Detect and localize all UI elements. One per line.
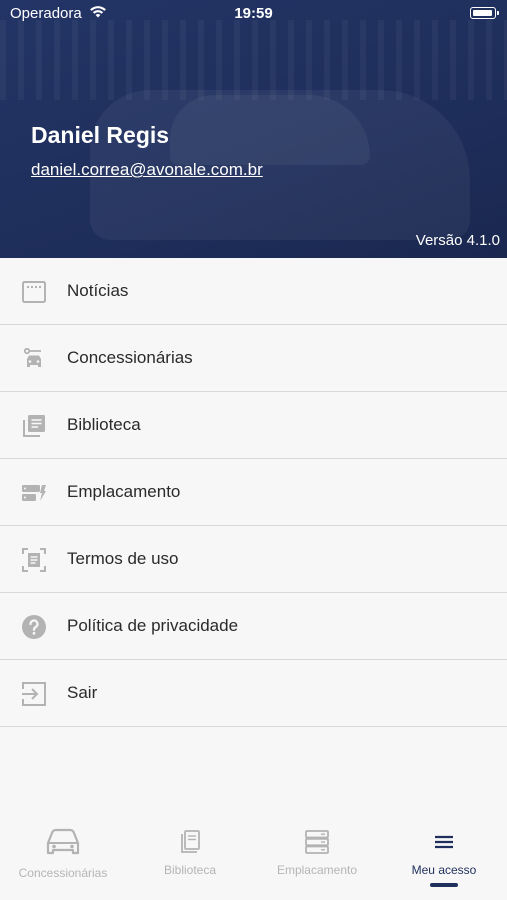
help-circle-icon [22,615,46,639]
hamburger-menu-icon [435,835,453,849]
side-menu: Notícias Concessionárias Biblioteca Empl… [0,258,507,727]
menu-item-politica-de-privacidade[interactable]: Política de privacidade [0,593,507,660]
tab-emplacamento[interactable]: Emplacamento [254,810,380,900]
header-car-window [170,95,370,165]
car-icon [46,828,80,855]
user-email-link[interactable]: daniel.correa@avonale.com.br [31,160,263,180]
active-tab-indicator [430,883,458,887]
tab-label: Meu acesso [411,863,477,877]
library-icon [23,415,45,437]
tab-biblioteca[interactable]: Biblioteca [127,810,253,900]
tab-meu-acesso[interactable]: Meu acesso [381,810,507,900]
license-plate-icon [22,485,46,501]
profile-header: Operadora 19:59 Daniel Regis daniel.corr… [0,0,507,258]
news-icon [22,281,46,303]
tab-label: Emplacamento [276,863,358,877]
book-icon [181,830,200,853]
menu-item-label: Concessionárias [67,348,193,367]
user-name: Daniel Regis [31,122,170,148]
menu-item-label: Sair [67,683,98,702]
app-version: Versão 4.1.0 [415,232,500,249]
bottom-tab-bar: Concessionárias Biblioteca Emplacamento … [0,810,507,900]
menu-item-label: Biblioteca [67,415,141,434]
menu-item-label: Notícias [67,281,129,300]
menu-item-biblioteca[interactable]: Biblioteca [0,392,507,459]
menu-item-label: Termos de uso [67,549,179,568]
menu-item-label: Emplacamento [67,482,181,501]
battery-icon [470,7,499,19]
menu-item-noticias[interactable]: Notícias [0,258,507,325]
menu-item-label: Política de privacidade [67,616,239,635]
tab-label: Concessionárias [18,866,108,880]
terms-icon [22,548,46,572]
clock: 19:59 [234,5,273,22]
status-bar: Operadora 19:59 [0,0,507,28]
dealership-icon [23,347,41,367]
menu-item-termos-de-uso[interactable]: Termos de uso [0,526,507,593]
header-background-pattern [0,20,507,100]
menu-item-sair[interactable]: Sair [0,660,507,727]
tab-concessionarias[interactable]: Concessionárias [0,810,126,900]
menu-item-concessionarias[interactable]: Concessionárias [0,325,507,392]
server-icon [305,830,329,854]
menu-item-emplacamento[interactable]: Emplacamento [0,459,507,526]
logout-icon [22,682,46,706]
tab-label: Biblioteca [163,863,217,877]
